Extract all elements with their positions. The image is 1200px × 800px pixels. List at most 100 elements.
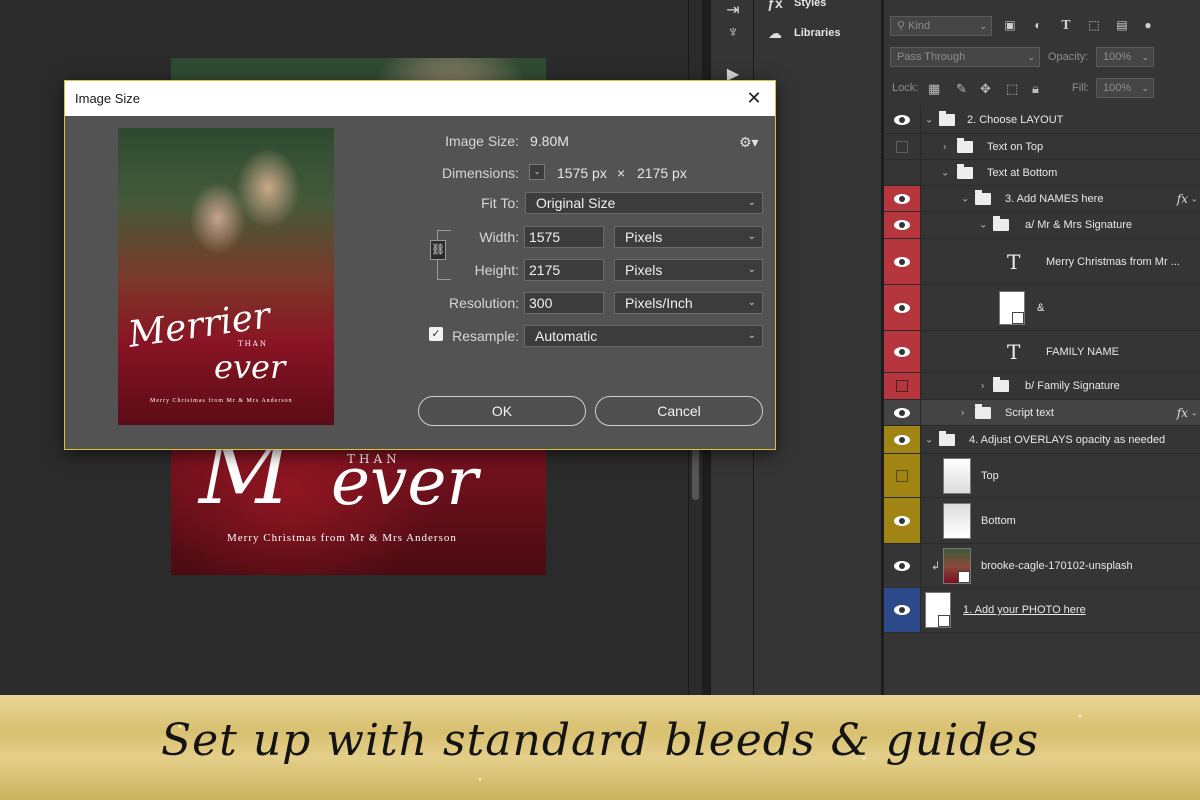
fill-label: Fill: (1072, 82, 1090, 94)
fit-to-select[interactable]: Original Size ⌄ (525, 192, 763, 214)
layer-row[interactable]: ⌄ 3. Add NAMES here fx ⌄ (884, 186, 1200, 212)
swatches-icon[interactable]: ⇥ (723, 0, 743, 22)
visibility-toggle[interactable] (884, 426, 920, 453)
eye-icon (894, 193, 910, 204)
type-layer-icon: T (1007, 339, 1021, 364)
dialog-titlebar[interactable]: Image Size ✕ (65, 81, 775, 116)
visibility-toggle[interactable] (884, 186, 920, 211)
visibility-toggle[interactable] (884, 544, 920, 587)
lock-paint-icon[interactable]: ✎ (956, 81, 967, 97)
height-unit-select[interactable]: Pixels ⌄ (614, 259, 763, 281)
resample-select[interactable]: Automatic ⌄ (524, 325, 763, 347)
visibility-toggle[interactable] (884, 107, 920, 133)
resolution-unit-value: Pixels/Inch (625, 295, 693, 311)
layer-row[interactable]: ⌄ 4. Adjust OVERLAYS opacity as needed (884, 426, 1200, 454)
height-input[interactable] (524, 259, 604, 281)
resample-value: Automatic (535, 328, 598, 344)
visibility-toggle[interactable] (884, 400, 920, 425)
layer-row[interactable]: Top (884, 454, 1200, 498)
dialog-body: Merrier THAN ever Merry Christmas from M… (65, 116, 775, 449)
visibility-toggle[interactable] (884, 212, 920, 238)
layer-row[interactable]: ⌄ Text at Bottom (884, 160, 1200, 186)
chevron-down-icon[interactable]: ⌄ (1190, 407, 1198, 418)
width-input[interactable] (524, 226, 604, 248)
ok-button[interactable]: OK (418, 396, 586, 426)
visibility-toggle[interactable] (884, 498, 920, 543)
preview-than-text: THAN (238, 340, 268, 348)
link-icon[interactable]: ⛓ (430, 240, 446, 260)
lock-all-icon[interactable]: 🔒︎ (1032, 81, 1039, 97)
visibility-toggle[interactable] (884, 331, 920, 372)
gear-icon[interactable]: ⚙▾ (739, 134, 759, 151)
visibility-toggle[interactable] (884, 160, 920, 185)
blend-mode-select[interactable]: Pass Through ⌄ (890, 47, 1040, 67)
chevron-down-icon[interactable]: ⌄ (529, 164, 545, 180)
visibility-toggle[interactable] (884, 588, 920, 632)
chevron-right-icon[interactable]: › (961, 407, 964, 418)
dimensions-height: 2175 px (637, 165, 687, 181)
visibility-toggle[interactable] (884, 239, 920, 284)
image-size-label: Image Size: (445, 133, 519, 149)
eye-icon (894, 434, 910, 445)
chevron-down-icon[interactable]: ⌄ (925, 115, 933, 126)
folder-icon (975, 403, 991, 419)
height-label: Height: (474, 262, 519, 278)
filter-kind-select[interactable]: ⚲ Kind ⌄ (890, 16, 992, 36)
chevron-right-icon[interactable]: › (981, 381, 984, 392)
resolution-unit-select[interactable]: Pixels/Inch ⌄ (614, 292, 763, 314)
layer-row[interactable]: T Merry Christmas from Mr ... (884, 239, 1200, 285)
image-preview[interactable]: Merrier THAN ever Merry Christmas from M… (118, 128, 334, 425)
eye-icon (894, 560, 910, 571)
brushes-icon[interactable]: ♆ (723, 22, 743, 44)
lock-position-icon[interactable]: ✥ (980, 81, 991, 97)
chevron-down-icon: ⌄ (747, 231, 756, 242)
visibility-toggle[interactable] (884, 454, 920, 497)
image-filter-icon[interactable]: ▣ (1002, 17, 1018, 33)
chevron-down-icon[interactable]: ⌄ (979, 220, 987, 231)
layer-row[interactable]: ⌄ a/ Mr & Mrs Signature (884, 212, 1200, 239)
lock-artboard-icon[interactable]: ⬚ (1006, 81, 1018, 97)
eye-icon (894, 407, 910, 418)
fill-field[interactable]: 100% ⌄ (1096, 78, 1154, 98)
layer-row[interactable]: & (884, 285, 1200, 331)
chevron-down-icon[interactable]: ⌄ (925, 434, 933, 445)
layer-row[interactable]: › Script text fx ⌄ (884, 400, 1200, 426)
smart-object-icon (938, 615, 950, 627)
layer-row[interactable]: ⌄ 2. Choose LAYOUT (884, 107, 1200, 134)
layer-name: Bottom (981, 514, 1016, 527)
shape-filter-icon[interactable]: ⬚ (1086, 17, 1102, 33)
adjustment-filter-icon[interactable]: ◐ (1030, 17, 1046, 33)
type-filter-icon[interactable]: T (1058, 17, 1074, 33)
smart-object-filter-icon[interactable]: ▤ (1114, 17, 1130, 33)
opacity-field[interactable]: 100% ⌄ (1096, 47, 1154, 67)
fx-icon[interactable]: fx (1177, 192, 1188, 206)
lock-transparent-icon[interactable]: ▦ (928, 81, 940, 97)
layer-name: a/ Mr & Mrs Signature (1025, 219, 1132, 231)
width-unit-select[interactable]: Pixels ⌄ (614, 226, 763, 248)
eye-icon (894, 115, 910, 125)
resolution-input[interactable] (524, 292, 604, 314)
chevron-down-icon[interactable]: ⌄ (941, 167, 949, 178)
close-icon[interactable]: ✕ (743, 87, 765, 109)
layer-row[interactable]: Bottom (884, 498, 1200, 544)
libraries-tab[interactable]: ☁ Libraries (764, 22, 840, 44)
visibility-toggle[interactable] (884, 285, 920, 330)
chevron-down-icon[interactable]: ⌄ (961, 193, 969, 204)
chevron-down-icon[interactable]: ⌄ (1190, 193, 1198, 204)
fx-icon[interactable]: fx (1177, 406, 1188, 420)
visibility-toggle[interactable] (884, 373, 920, 399)
fit-to-label: Fit To: (481, 195, 519, 211)
cancel-button[interactable]: Cancel (595, 396, 763, 426)
resample-checkbox[interactable]: ✓ (429, 327, 443, 341)
layer-row[interactable]: ↲ brooke-cagle-170102-unsplash (884, 544, 1200, 588)
layer-row[interactable]: › Text on Top (884, 134, 1200, 160)
layer-row[interactable]: › b/ Family Signature (884, 373, 1200, 400)
visibility-toggle[interactable] (884, 134, 920, 159)
filter-toggle-icon[interactable]: ● (1140, 17, 1156, 33)
layer-row[interactable]: T FAMILY NAME (884, 331, 1200, 373)
layer-name: Merry Christmas from Mr ... (1046, 255, 1180, 268)
layer-row[interactable]: 1. Add your PHOTO here (884, 588, 1200, 633)
styles-tab[interactable]: ƒx Styles (764, 0, 826, 14)
chevron-right-icon[interactable]: › (943, 141, 946, 152)
folder-icon (993, 216, 1009, 231)
